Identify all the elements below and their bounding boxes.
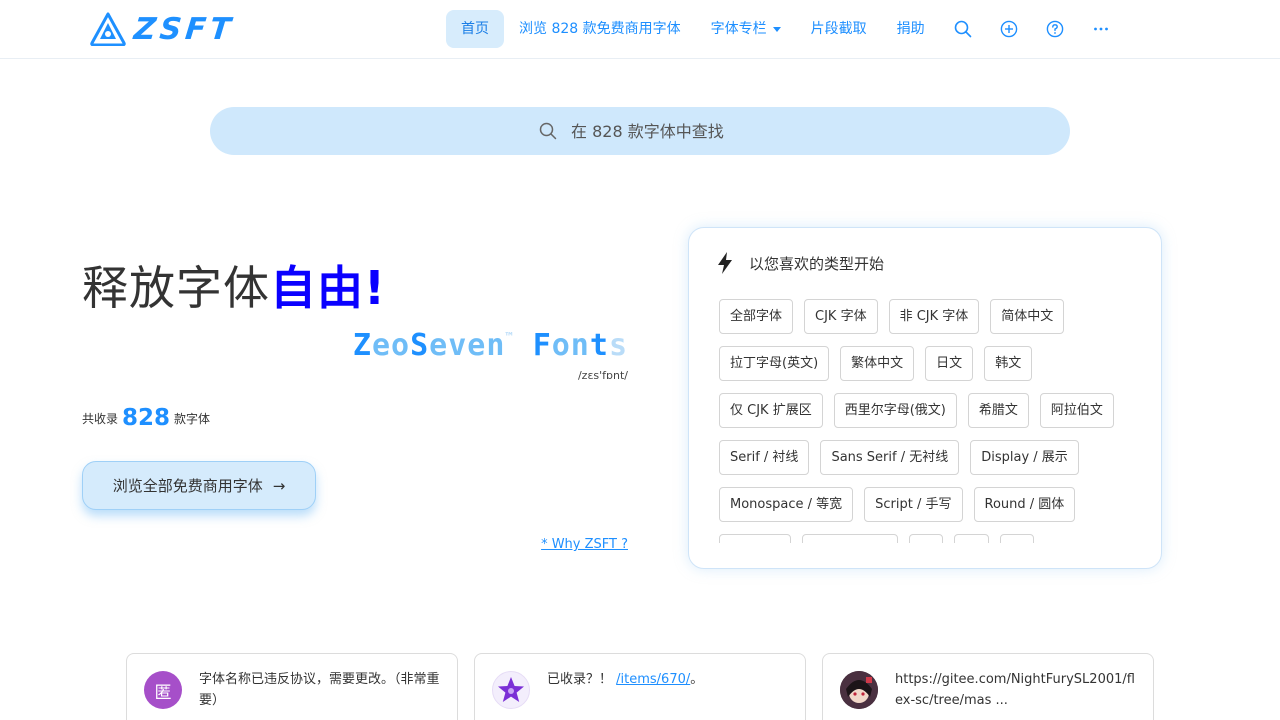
tag-clipped[interactable] [999, 534, 1035, 543]
category-heading-text: 以您喜欢的类型开始 [749, 254, 885, 273]
browse-all-fonts-label: 浏览全部免费商用字体 [112, 477, 263, 495]
nav-search-button[interactable] [940, 10, 986, 48]
search-icon [954, 20, 971, 38]
tag-non-cjk[interactable]: 非 CJK 字体 [888, 299, 980, 334]
top-navbar: ZSFT 首页 浏览 828 款免费商用字体 字体专栏 片段截取 捐助 [0, 0, 1280, 59]
brand-part: s [608, 328, 628, 363]
brand-part: Z [352, 328, 372, 363]
nav-font-column-label: 字体专栏 [710, 21, 767, 37]
why-zsft-link[interactable]: * Why ZSFT ? [541, 537, 628, 552]
message-prefix: 已收录？！ [547, 672, 613, 687]
plus-circle-icon [1000, 20, 1017, 38]
tag-greek[interactable]: 希腊文 [967, 393, 1029, 428]
tag-script[interactable]: Script / 手写 [864, 487, 963, 522]
nav-help-button[interactable] [1032, 10, 1078, 48]
brand-part: on [551, 328, 590, 363]
category-tags: 全部字体 CJK 字体 非 CJK 字体 简体中文 拉丁字母(英文) 繁体中文 … [719, 299, 1149, 543]
avatar: 匿 [144, 671, 182, 709]
tag-row [719, 534, 1149, 543]
nav-more-button[interactable] [1078, 10, 1124, 48]
tag-serif[interactable]: Serif / 衬线 [719, 440, 810, 475]
tag-clipped[interactable] [954, 534, 989, 543]
tag-japanese[interactable]: 日文 [925, 346, 974, 381]
tag-row: Monospace / 等宽 Script / 手写 Round / 圆体 [719, 487, 1149, 522]
nav-add-button[interactable] [986, 10, 1032, 48]
nav-browse-fonts[interactable]: 浏览 828 款免费商用字体 [504, 10, 696, 48]
anime-avatar-icon [840, 671, 878, 709]
nav-home[interactable]: 首页 [446, 10, 504, 48]
tag-cjk-extension[interactable]: 仅 CJK 扩展区 [719, 393, 823, 428]
nav-donate[interactable]: 捐助 [882, 10, 940, 48]
star-avatar-icon [498, 677, 524, 702]
logo-text: ZSFT [132, 11, 237, 47]
message-card[interactable]: 已收录？！ /items/670/。 [474, 653, 806, 720]
hero-title-strong: 自由! [270, 261, 386, 315]
tag-round[interactable]: Round / 圆体 [973, 487, 1076, 522]
font-count: 共收录 828 款字体 [82, 405, 210, 431]
search-icon [539, 122, 557, 140]
font-count-prefix: 共收录 [82, 412, 119, 426]
message-suffix: 。 [690, 672, 704, 687]
item-670-link[interactable]: /items/670/ [616, 672, 690, 687]
tag-cyrillic[interactable]: 西里尔字母(俄文) [833, 393, 957, 428]
arrow-right-icon: → [272, 476, 286, 495]
brand-part: even [429, 328, 506, 363]
message-text: 已收录？！ /items/670/。 [547, 669, 792, 690]
tag-clipped[interactable] [719, 534, 791, 543]
nav-font-column[interactable]: 字体专栏 [696, 10, 796, 48]
tag-all-fonts[interactable]: 全部字体 [719, 299, 794, 334]
tag-row: Serif / 衬线 Sans Serif / 无衬线 Display / 展示 [719, 440, 1149, 475]
logo-mark-icon [90, 12, 126, 46]
tag-monospace[interactable]: Monospace / 等宽 [719, 487, 854, 522]
font-count-number: 828 [122, 405, 171, 431]
tag-row: 仅 CJK 扩展区 西里尔字母(俄文) 希腊文 阿拉伯文 [719, 393, 1149, 428]
font-count-suffix: 款字体 [174, 412, 211, 426]
tag-traditional-chinese[interactable]: 繁体中文 [840, 346, 915, 381]
brand-part: S [410, 328, 430, 363]
tag-clipped[interactable] [801, 534, 898, 543]
tag-display[interactable]: Display / 展示 [970, 440, 1079, 475]
tag-arabic[interactable]: 阿拉伯文 [1039, 393, 1114, 428]
more-icon [1093, 27, 1108, 31]
tag-korean[interactable]: 韩文 [984, 346, 1033, 381]
tag-sans-serif[interactable]: Sans Serif / 无衬线 [820, 440, 960, 475]
brand-part: eo [371, 328, 411, 363]
chevron-down-icon [772, 26, 781, 32]
hero-title: 释放字体自由! [82, 252, 386, 318]
search-bar[interactable] [210, 107, 1070, 155]
category-card: 以您喜欢的类型开始 全部字体 CJK 字体 非 CJK 字体 简体中文 拉丁字母… [688, 227, 1162, 569]
phonetic-text: /zεs'fɒnt/ [577, 369, 628, 382]
lightning-icon [718, 252, 732, 274]
message-card[interactable]: https://gitee.com/NightFurySL2001/flex-s… [822, 653, 1154, 720]
browse-all-fonts-button[interactable]: 浏览全部免费商用字体 → [82, 461, 316, 510]
logo[interactable]: ZSFT [90, 11, 237, 47]
brand-space [514, 328, 533, 363]
avatar [492, 671, 530, 709]
help-circle-icon [1046, 20, 1063, 38]
message-text: 字体名称已违反协议，需要更改。（非常重要） [199, 672, 440, 708]
main-nav: 首页 浏览 828 款免费商用字体 字体专栏 片段截取 捐助 [446, 10, 1124, 48]
tag-clipped[interactable] [908, 534, 944, 543]
avatar-char: 匿 [154, 682, 172, 703]
tag-row: 全部字体 CJK 字体 非 CJK 字体 简体中文 [719, 299, 1149, 334]
avatar [840, 671, 878, 709]
nav-snippet[interactable]: 片段截取 [796, 10, 882, 48]
message-card[interactable]: 匿 字体名称已违反协议，需要更改。（非常重要） [126, 653, 458, 720]
tag-cjk[interactable]: CJK 字体 [804, 299, 878, 334]
search-input[interactable] [571, 121, 741, 141]
tag-latin[interactable]: 拉丁字母(英文) [719, 346, 830, 381]
trademark-mark: ™ [505, 330, 514, 344]
brand-wordmark: ZeoSeven™ Fonts [353, 328, 628, 363]
tag-row: 拉丁字母(英文) 繁体中文 日文 韩文 [719, 346, 1149, 381]
tag-simplified-chinese[interactable]: 简体中文 [990, 299, 1065, 334]
brand-part: F [532, 328, 552, 363]
brand-part: t [589, 328, 609, 363]
category-heading: 以您喜欢的类型开始 [717, 252, 884, 274]
message-text: https://gitee.com/NightFurySL2001/flex-s… [895, 672, 1135, 708]
hero-title-plain: 释放字体 [82, 261, 270, 315]
